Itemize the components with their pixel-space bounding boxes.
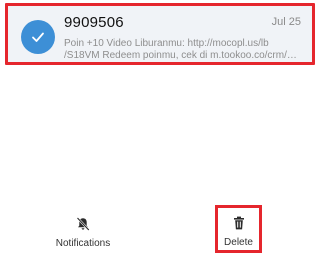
- message-item-selected[interactable]: 9909506 Jul 25 Poin +10 Video Liburanmu:…: [5, 3, 315, 65]
- delete-button[interactable]: Delete: [215, 205, 262, 253]
- notifications-label: Notifications: [55, 238, 111, 249]
- check-icon: [32, 32, 44, 42]
- message-sender: 9909506: [64, 14, 124, 31]
- message-date: Jul 25: [271, 16, 301, 28]
- delete-label: Delete: [224, 237, 253, 248]
- selected-check-avatar[interactable]: [21, 20, 55, 54]
- message-preview-line-1: Poin +10 Video Liburanmu: http://mocopl.…: [64, 38, 269, 49]
- bell-off-icon: [76, 217, 90, 231]
- message-preview-line-2: /S18VM Redeem poinmu, cek di m.tookoo.co…: [64, 50, 297, 61]
- message-list-screen: 9909506 Jul 25 Poin +10 Video Liburanmu:…: [0, 0, 320, 256]
- trash-icon: [233, 216, 244, 230]
- notifications-button[interactable]: Notifications: [50, 206, 116, 252]
